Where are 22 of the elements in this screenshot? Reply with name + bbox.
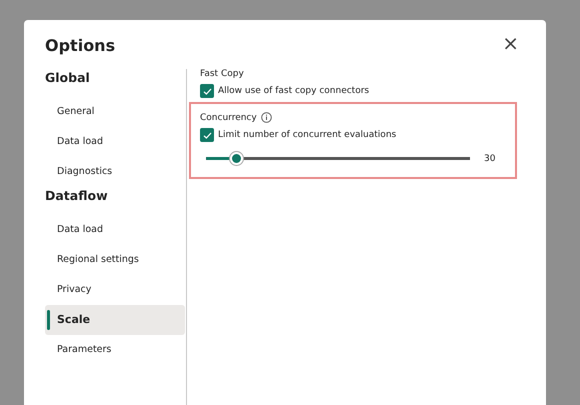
checkbox-label: Limit number of concurrent evaluations [218, 130, 396, 140]
nav-item[interactable]: Data load [45, 127, 185, 157]
nav-item[interactable]: Regional settings [45, 245, 185, 275]
nav-group-heading: Global [45, 69, 91, 87]
nav-item[interactable]: Data load [45, 215, 185, 245]
nav-item[interactable]: Privacy [45, 275, 185, 305]
dialog-title: Options [45, 36, 116, 55]
nav-item[interactable]: Parameters [45, 335, 185, 365]
slider-thumb[interactable] [230, 152, 243, 165]
section-heading: Fast Copy [200, 69, 244, 79]
section-heading: Concurrency [200, 112, 257, 122]
checkbox-label: Allow use of fast copy connectors [218, 86, 370, 96]
nav-item[interactable]: Diagnostics [45, 157, 185, 187]
nav-group-heading: Dataflow [45, 187, 109, 205]
checkbox[interactable] [200, 128, 214, 142]
nav-item[interactable]: Scale [45, 305, 185, 335]
nav-item[interactable]: General [45, 97, 185, 127]
selection-indicator [47, 310, 50, 330]
checkbox[interactable] [200, 84, 214, 98]
slider-value: 30 [484, 154, 496, 164]
close-button[interactable]: × [496, 30, 525, 54]
info-icon[interactable] [260, 112, 272, 123]
